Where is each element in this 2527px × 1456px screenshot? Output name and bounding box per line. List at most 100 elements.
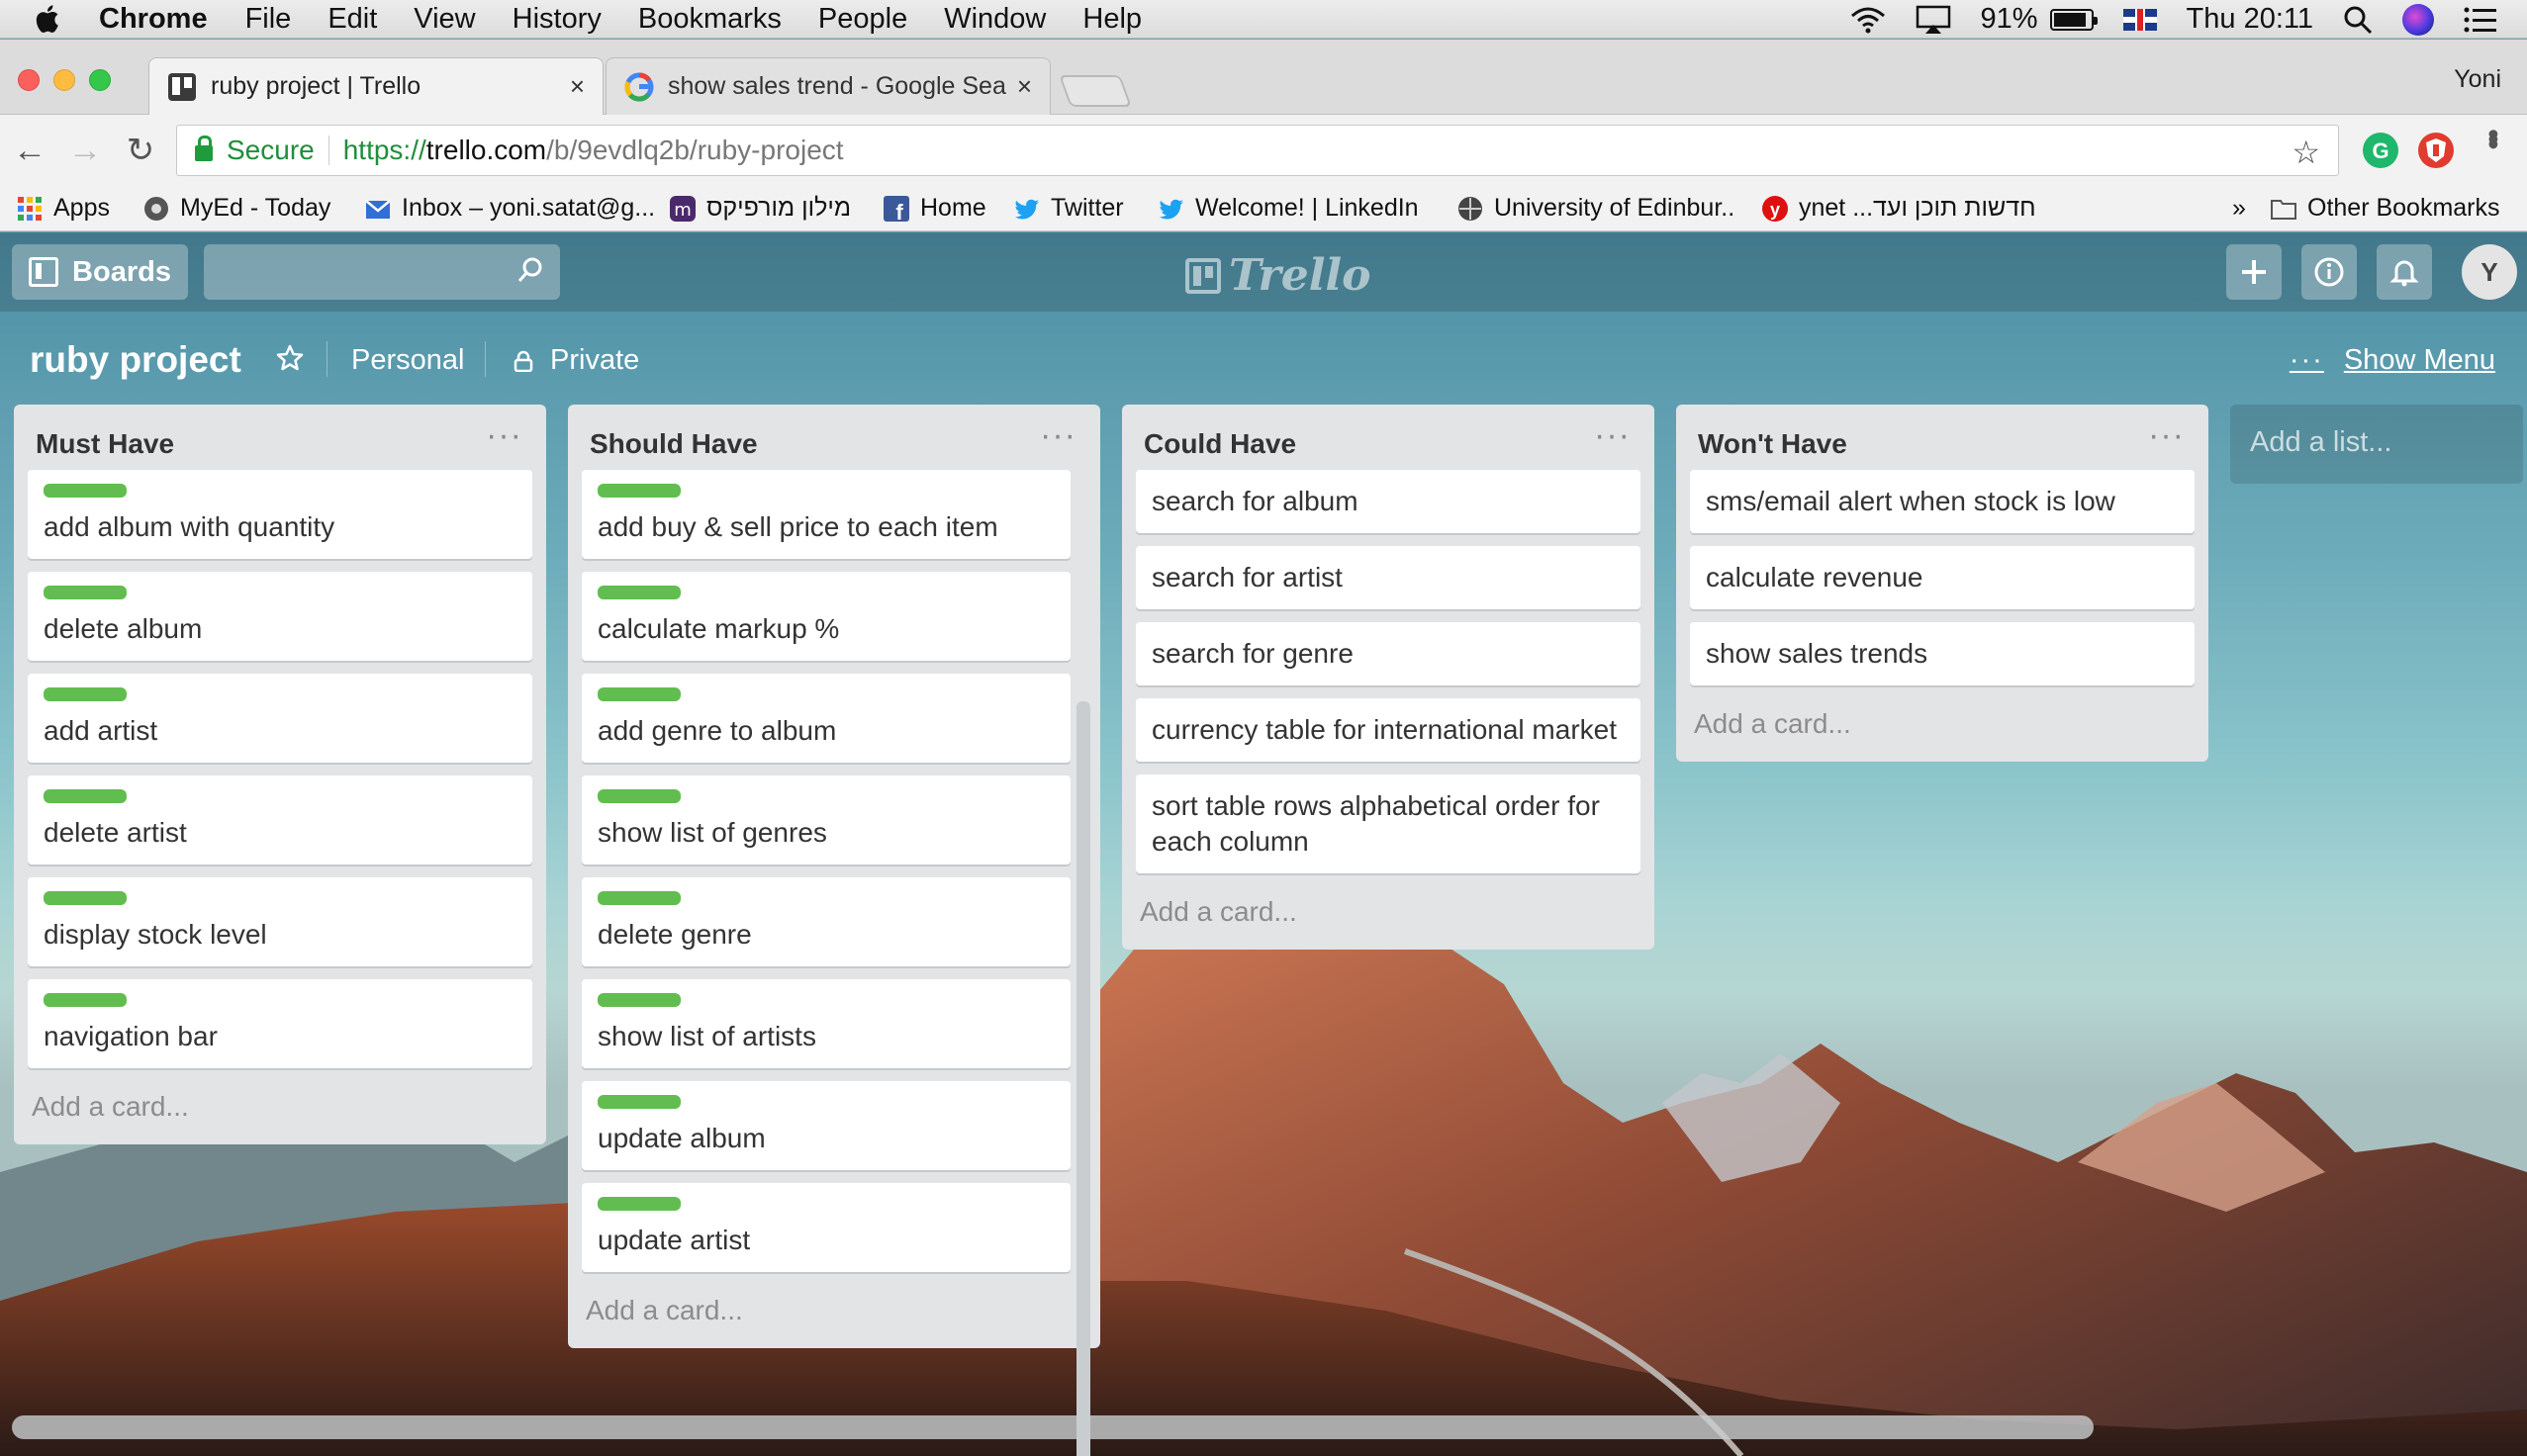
chrome-menu-icon[interactable]: ••• bbox=[2475, 129, 2511, 144]
board-team-button[interactable]: Personal bbox=[351, 344, 464, 377]
forward-button[interactable]: → bbox=[65, 131, 105, 170]
list-must-have[interactable]: Must Have ··· add album with quantity de… bbox=[14, 405, 546, 1144]
bookmark-edinburgh[interactable]: University of Edinbur.. bbox=[1456, 194, 1734, 223]
search-icon[interactable] bbox=[516, 256, 544, 284]
menu-file[interactable]: File bbox=[245, 3, 292, 36]
airplay-icon[interactable] bbox=[1916, 5, 1951, 35]
add-card-button[interactable]: Add a card... bbox=[568, 1285, 1100, 1348]
list-wont-have[interactable]: Won't Have ··· sms/email alert when stoc… bbox=[1676, 405, 2208, 762]
menu-app-name[interactable]: Chrome bbox=[99, 3, 208, 36]
tab-close-icon[interactable]: × bbox=[1017, 71, 1032, 102]
battery-status[interactable]: 91% bbox=[1981, 3, 2098, 36]
list-title[interactable]: Won't Have bbox=[1698, 428, 1847, 460]
card[interactable]: show list of artists bbox=[582, 979, 1071, 1068]
list-scrollbar[interactable] bbox=[1076, 701, 1090, 1456]
reload-button[interactable]: ↻ bbox=[121, 131, 160, 170]
bookmark-apps[interactable]: Apps bbox=[16, 194, 110, 223]
list-should-have[interactable]: Should Have ··· add buy & sell price to … bbox=[568, 405, 1100, 1348]
ublock-extension-icon[interactable] bbox=[2418, 133, 2454, 168]
notifications-button[interactable] bbox=[2377, 244, 2432, 300]
bookmark-morfix[interactable]: m מילון מורפיקס bbox=[669, 194, 851, 223]
menu-view[interactable]: View bbox=[414, 3, 475, 36]
trello-logo[interactable]: Trello bbox=[1185, 250, 1371, 301]
card[interactable]: add artist bbox=[28, 674, 532, 763]
card[interactable]: add album with quantity bbox=[28, 470, 532, 559]
card[interactable]: sort table rows alphabetical order for e… bbox=[1136, 774, 1640, 873]
tab-close-icon[interactable]: × bbox=[570, 71, 585, 102]
menu-clock[interactable]: Thu 20:11 bbox=[2187, 3, 2313, 36]
star-icon[interactable] bbox=[275, 343, 305, 373]
create-button[interactable] bbox=[2226, 244, 2282, 300]
add-card-button[interactable]: Add a card... bbox=[1676, 698, 2208, 762]
tab-trello[interactable]: ruby project | Trello × bbox=[148, 57, 604, 115]
boards-button[interactable]: Boards bbox=[12, 244, 188, 300]
add-card-button[interactable]: Add a card... bbox=[1122, 886, 1654, 950]
card[interactable]: delete genre bbox=[582, 877, 1071, 966]
card[interactable]: add genre to album bbox=[582, 674, 1071, 763]
apple-icon[interactable] bbox=[32, 2, 65, 36]
bookmarks-overflow-chevron[interactable]: » bbox=[2232, 194, 2246, 223]
card[interactable]: add buy & sell price to each item bbox=[582, 470, 1071, 559]
profile-name[interactable]: Yoni bbox=[2454, 65, 2501, 94]
card[interactable]: sms/email alert when stock is low bbox=[1690, 470, 2195, 533]
list-menu-icon[interactable]: ··· bbox=[1594, 416, 1631, 455]
card[interactable]: calculate revenue bbox=[1690, 546, 2195, 609]
minimize-window-button[interactable] bbox=[53, 69, 75, 91]
uk-flag-icon[interactable] bbox=[2122, 8, 2157, 31]
menu-bookmarks[interactable]: Bookmarks bbox=[638, 3, 782, 36]
list-title[interactable]: Could Have bbox=[1144, 428, 1296, 460]
board-visibility-button[interactable]: Private bbox=[513, 344, 639, 377]
card[interactable]: search for album bbox=[1136, 470, 1640, 533]
card[interactable]: calculate markup % bbox=[582, 572, 1071, 661]
secure-label[interactable]: Secure bbox=[227, 135, 315, 166]
card[interactable]: delete album bbox=[28, 572, 532, 661]
spotlight-search-icon[interactable] bbox=[2343, 5, 2373, 35]
bookmark-facebook-home[interactable]: f Home bbox=[883, 194, 986, 223]
grammarly-extension-icon[interactable]: G bbox=[2363, 133, 2398, 168]
bookmark-other-folder[interactable]: Other Bookmarks bbox=[2270, 194, 2500, 223]
zoom-window-button[interactable] bbox=[89, 69, 111, 91]
bookmark-ynet[interactable]: y ynet ...חדשות תוכן ועד bbox=[1761, 194, 2036, 223]
card[interactable]: currency table for international market bbox=[1136, 698, 1640, 762]
tab-google-search[interactable]: show sales trend - Google Sea × bbox=[606, 57, 1051, 115]
close-window-button[interactable] bbox=[18, 69, 40, 91]
new-tab-button[interactable] bbox=[1059, 75, 1132, 107]
card[interactable]: search for artist bbox=[1136, 546, 1640, 609]
bookmark-star-icon[interactable]: ☆ bbox=[2292, 134, 2320, 171]
card[interactable]: update artist bbox=[582, 1183, 1071, 1272]
list-title[interactable]: Should Have bbox=[590, 428, 758, 460]
avatar[interactable]: Y bbox=[2462, 244, 2517, 300]
bookmark-inbox[interactable]: Inbox – yoni.satat@g... bbox=[364, 194, 655, 223]
info-button[interactable] bbox=[2301, 244, 2357, 300]
list-menu-icon[interactable]: ··· bbox=[2148, 416, 2185, 455]
horizontal-scrollbar[interactable] bbox=[12, 1415, 2094, 1439]
bookmark-myed[interactable]: MyEd - Today bbox=[142, 194, 330, 223]
bookmark-twitter[interactable]: Twitter bbox=[1013, 194, 1124, 223]
address-bar[interactable]: Secure https:// trello.com /b/9evdlq2b/r… bbox=[176, 125, 2339, 176]
show-menu-button[interactable]: ··· Show Menu bbox=[2290, 344, 2495, 377]
card[interactable]: delete artist bbox=[28, 775, 532, 864]
menu-help[interactable]: Help bbox=[1082, 3, 1142, 36]
add-card-button[interactable]: Add a card... bbox=[14, 1081, 546, 1144]
add-list-button[interactable]: Add a list... bbox=[2230, 405, 2523, 484]
menu-history[interactable]: History bbox=[513, 3, 602, 36]
menu-window[interactable]: Window bbox=[944, 3, 1046, 36]
card[interactable]: show sales trends bbox=[1690, 622, 2195, 685]
menu-people[interactable]: People bbox=[818, 3, 907, 36]
menu-edit[interactable]: Edit bbox=[328, 3, 377, 36]
bookmark-linkedin[interactable]: Welcome! | LinkedIn bbox=[1158, 194, 1419, 223]
card[interactable]: navigation bar bbox=[28, 979, 532, 1068]
list-menu-icon[interactable]: ··· bbox=[486, 416, 522, 455]
board-title[interactable]: ruby project bbox=[30, 339, 241, 381]
list-title[interactable]: Must Have bbox=[36, 428, 174, 460]
card[interactable]: show list of genres bbox=[582, 775, 1071, 864]
siri-icon[interactable] bbox=[2402, 3, 2434, 36]
notification-center-icon[interactable] bbox=[2464, 6, 2497, 34]
card[interactable]: display stock level bbox=[28, 877, 532, 966]
back-button[interactable]: ← bbox=[10, 131, 49, 170]
card[interactable]: search for genre bbox=[1136, 622, 1640, 685]
list-menu-icon[interactable]: ··· bbox=[1040, 416, 1076, 455]
wifi-icon[interactable] bbox=[1850, 6, 1886, 34]
card[interactable]: update album bbox=[582, 1081, 1071, 1170]
list-could-have[interactable]: Could Have ··· search for album search f… bbox=[1122, 405, 1654, 950]
